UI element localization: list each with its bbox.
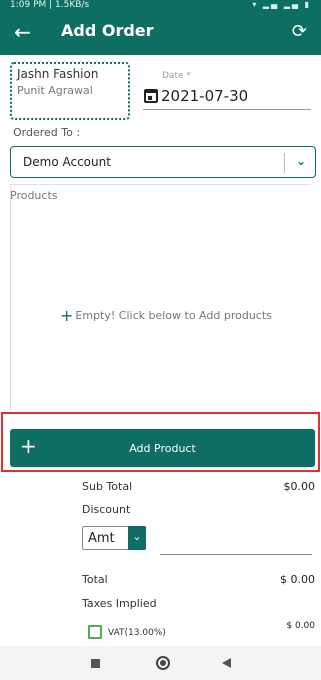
page-title: Add Order [61,21,154,40]
vat-label: VAT(13.00%) [108,628,166,638]
empty-products-message[interactable]: + Empty! Click below to Add products [60,306,272,325]
status-bar: 1:09 PM | 1.5KB/s ▾ ▂▄ ▂▄ ▮ [0,0,321,10]
select-divider [284,153,285,173]
seller-person: Punit Agrawal [17,84,93,97]
back-icon[interactable] [222,658,231,668]
ordered-to-select[interactable]: Demo Account ⌄ [10,146,316,178]
chevron-down-icon[interactable]: ⌄ [296,154,306,168]
vat-value: $ 0.00 [286,621,315,631]
recents-icon[interactable] [91,659,100,668]
status-time: 1:09 PM | 1.5KB/s [10,0,90,10]
add-product-button[interactable]: + Add Product [10,429,315,467]
app-bar: ← Add Order ⟳ [0,10,321,55]
discount-input[interactable] [160,554,312,555]
seller-card[interactable]: Jashn Fashion Punit Agrawal [10,62,130,120]
calendar-icon [144,89,158,103]
back-arrow-icon[interactable]: ← [14,18,31,46]
empty-products-text: Empty! Click below to Add products [75,309,272,322]
home-icon[interactable] [156,656,170,670]
total-value: $ 0.00 [280,573,315,586]
plus-icon: + [60,306,74,325]
system-nav-bar [0,646,321,680]
products-label: Products [10,189,58,202]
total-label: Total [82,573,108,586]
discount-type-value: Amt [88,531,115,546]
date-field[interactable]: 2021-07-30 [143,86,311,110]
taxes-label: Taxes Implied [82,597,157,610]
sync-icon[interactable]: ⟳ [292,19,307,45]
status-icons: ▾ ▂▄ ▂▄ ▮ [252,0,311,9]
date-value: 2021-07-30 [161,87,249,105]
discount-label: Discount [82,503,131,516]
subtotal-label: Sub Total [82,480,133,493]
vat-checkbox[interactable] [88,625,102,639]
discount-type-select[interactable]: Amt ⌄ [82,526,146,550]
subtotal-value: $0.00 [283,480,316,493]
add-product-label: Add Product [129,442,196,455]
ordered-to-value: Demo Account [23,155,111,169]
ordered-to-label: Ordered To : [13,126,81,139]
date-label: Date * [162,71,191,81]
seller-name: Jashn Fashion [17,67,99,81]
products-panel [10,184,311,410]
chevron-down-icon[interactable]: ⌄ [128,526,146,550]
